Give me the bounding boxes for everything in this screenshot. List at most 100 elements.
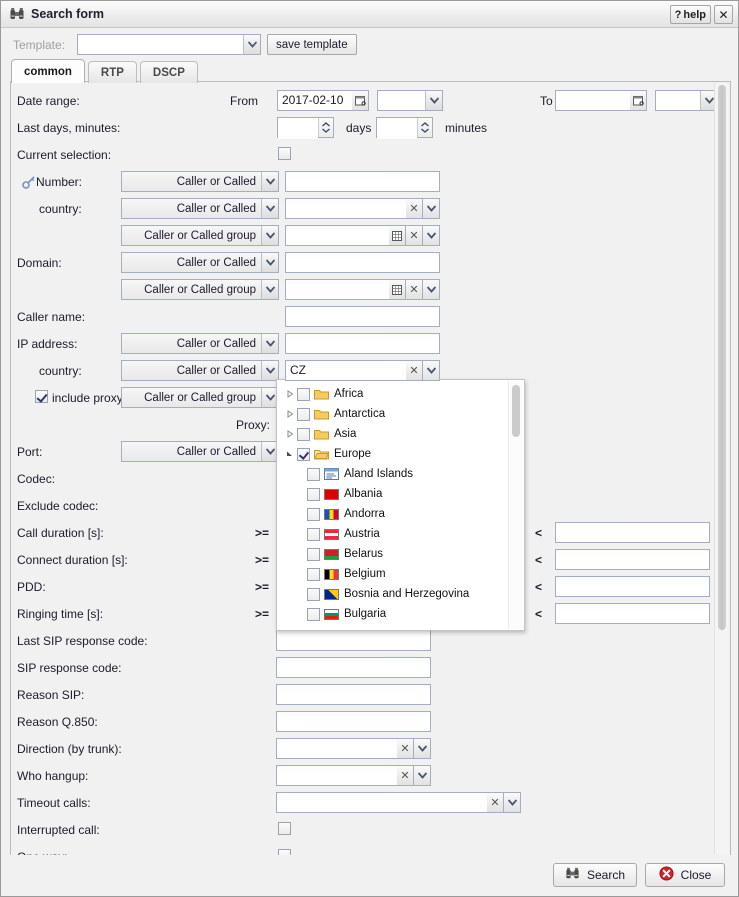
port-scope-select[interactable]: Caller or Called	[121, 441, 279, 462]
calendar-icon[interactable]	[352, 90, 369, 111]
number-group-scope-select[interactable]: Caller or Called group	[121, 225, 279, 246]
tree-node-africa[interactable]: Africa	[277, 384, 508, 404]
number-country-scope-select[interactable]: Caller or Called	[121, 198, 279, 219]
calendar-icon[interactable]	[630, 90, 647, 111]
help-button[interactable]: ? help	[669, 5, 711, 24]
who-hangup-field[interactable]: ✕	[276, 765, 431, 786]
current-selection-checkbox[interactable]	[278, 147, 291, 160]
chevron-down-icon[interactable]	[261, 361, 278, 380]
tree-node-checkbox[interactable]	[307, 467, 320, 481]
panel-vertical-scrollbar[interactable]	[714, 83, 729, 854]
connect-duration-max-input[interactable]	[555, 549, 710, 570]
tree-node-aland-islands[interactable]: Aland Islands	[277, 464, 508, 484]
tree-node-checkbox[interactable]	[307, 507, 320, 521]
sip-response-input[interactable]	[276, 657, 431, 678]
save-template-button[interactable]: save template	[267, 34, 357, 55]
include-proxy-checkbox[interactable]	[35, 390, 48, 403]
date-from-time-select[interactable]	[377, 90, 443, 111]
ip-address-input[interactable]	[285, 333, 440, 354]
caller-name-input[interactable]	[285, 306, 440, 327]
days-input[interactable]	[278, 118, 318, 139]
search-button[interactable]: Search	[552, 863, 637, 887]
ip-country-scope-select[interactable]: Caller or Called	[121, 360, 279, 381]
domain-group-input[interactable]	[285, 279, 389, 300]
timeout-calls-input[interactable]	[276, 792, 487, 813]
chevron-down-icon[interactable]	[414, 765, 431, 786]
tree-node-checkbox[interactable]	[297, 387, 310, 401]
reason-sip-input[interactable]	[276, 684, 431, 705]
tab-common[interactable]: common	[11, 59, 85, 83]
ringing-time-max-input[interactable]	[555, 603, 710, 624]
tree-node-belarus[interactable]: Belarus	[277, 544, 508, 564]
clear-icon[interactable]: ✕	[406, 198, 423, 219]
clear-icon[interactable]: ✕	[397, 738, 414, 759]
tree-vertical-scrollbar[interactable]	[508, 381, 523, 629]
tab-rtp[interactable]: RTP	[87, 61, 137, 83]
chevron-down-icon[interactable]	[504, 792, 521, 813]
chevron-down-icon[interactable]	[261, 253, 278, 272]
tree-node-bulgaria[interactable]: Bulgaria	[277, 604, 508, 624]
chevron-down-icon[interactable]	[423, 360, 440, 381]
chevron-down-icon[interactable]	[261, 334, 278, 353]
country-tree-dropdown[interactable]: Africa Antarctica Asia Europe Aland Isla…	[276, 379, 525, 631]
ip-address-scope-select[interactable]: Caller or Called	[121, 333, 279, 354]
who-hangup-input[interactable]	[276, 765, 397, 786]
tab-dscp[interactable]: DSCP	[139, 61, 198, 83]
date-from-field[interactable]: 2017-02-10	[277, 90, 369, 111]
call-duration-max-input[interactable]	[555, 522, 710, 543]
days-spinner-buttons[interactable]	[318, 118, 333, 137]
ip-country-field[interactable]: CZ ✕	[285, 360, 440, 381]
chevron-down-icon[interactable]	[261, 199, 278, 218]
chevron-down-icon[interactable]	[423, 225, 440, 246]
tree-scrollbar-thumb[interactable]	[512, 385, 520, 437]
tree-node-europe[interactable]: Europe	[277, 444, 508, 464]
tree-node-checkbox[interactable]	[297, 447, 310, 461]
minutes-spinner-buttons[interactable]	[417, 118, 432, 137]
domain-group-scope-select[interactable]: Caller or Called group	[121, 279, 279, 300]
days-stepper[interactable]	[277, 117, 334, 139]
domain-group-field[interactable]: ✕	[285, 279, 440, 300]
close-window-button[interactable]: ✕	[714, 5, 733, 24]
tree-node-bosnia-and-herzegovina[interactable]: Bosnia and Herzegovina	[277, 584, 508, 604]
tree-node-albania[interactable]: Albania	[277, 484, 508, 504]
expander-expanded-icon[interactable]	[283, 450, 297, 458]
expander-collapsed-icon[interactable]	[283, 390, 297, 398]
list-picker-icon[interactable]	[389, 279, 406, 300]
domain-scope-select[interactable]: Caller or Called	[121, 252, 279, 273]
minutes-stepper[interactable]	[376, 117, 433, 139]
tree-node-belgium[interactable]: Belgium	[277, 564, 508, 584]
template-select[interactable]	[77, 34, 261, 55]
clear-icon[interactable]: ✕	[487, 792, 504, 813]
interrupted-call-checkbox[interactable]	[278, 822, 291, 835]
pdd-max-input[interactable]	[555, 576, 710, 597]
tree-node-checkbox[interactable]	[307, 527, 320, 541]
number-group-input[interactable]	[285, 225, 389, 246]
tree-node-checkbox[interactable]	[307, 607, 320, 621]
chevron-down-icon[interactable]	[423, 198, 440, 219]
chevron-down-icon[interactable]	[425, 91, 442, 110]
date-to-input[interactable]	[555, 90, 630, 111]
direction-input[interactable]	[276, 738, 397, 759]
number-input[interactable]	[285, 171, 440, 192]
date-from-input[interactable]: 2017-02-10	[277, 90, 352, 111]
chevron-down-icon[interactable]	[261, 280, 278, 299]
clear-icon[interactable]: ✕	[397, 765, 414, 786]
clear-icon[interactable]: ✕	[406, 360, 423, 381]
date-to-field[interactable]	[555, 90, 647, 111]
tree-node-checkbox[interactable]	[297, 407, 310, 421]
panel-scrollbar-thumb[interactable]	[718, 85, 726, 630]
number-group-field[interactable]: ✕	[285, 225, 440, 246]
tree-node-checkbox[interactable]	[307, 487, 320, 501]
reason-q850-input[interactable]	[276, 711, 431, 732]
list-picker-icon[interactable]	[389, 225, 406, 246]
number-scope-select[interactable]: Caller or Called	[121, 171, 279, 192]
number-country-input[interactable]	[285, 198, 406, 219]
tree-node-checkbox[interactable]	[307, 587, 320, 601]
chevron-down-icon[interactable]	[414, 738, 431, 759]
tree-node-antarctica[interactable]: Antarctica	[277, 404, 508, 424]
number-country-field[interactable]: ✕	[285, 198, 440, 219]
chevron-down-icon[interactable]	[261, 226, 278, 245]
clear-icon[interactable]: ✕	[406, 225, 423, 246]
chevron-down-icon[interactable]	[423, 279, 440, 300]
expander-collapsed-icon[interactable]	[283, 430, 297, 438]
